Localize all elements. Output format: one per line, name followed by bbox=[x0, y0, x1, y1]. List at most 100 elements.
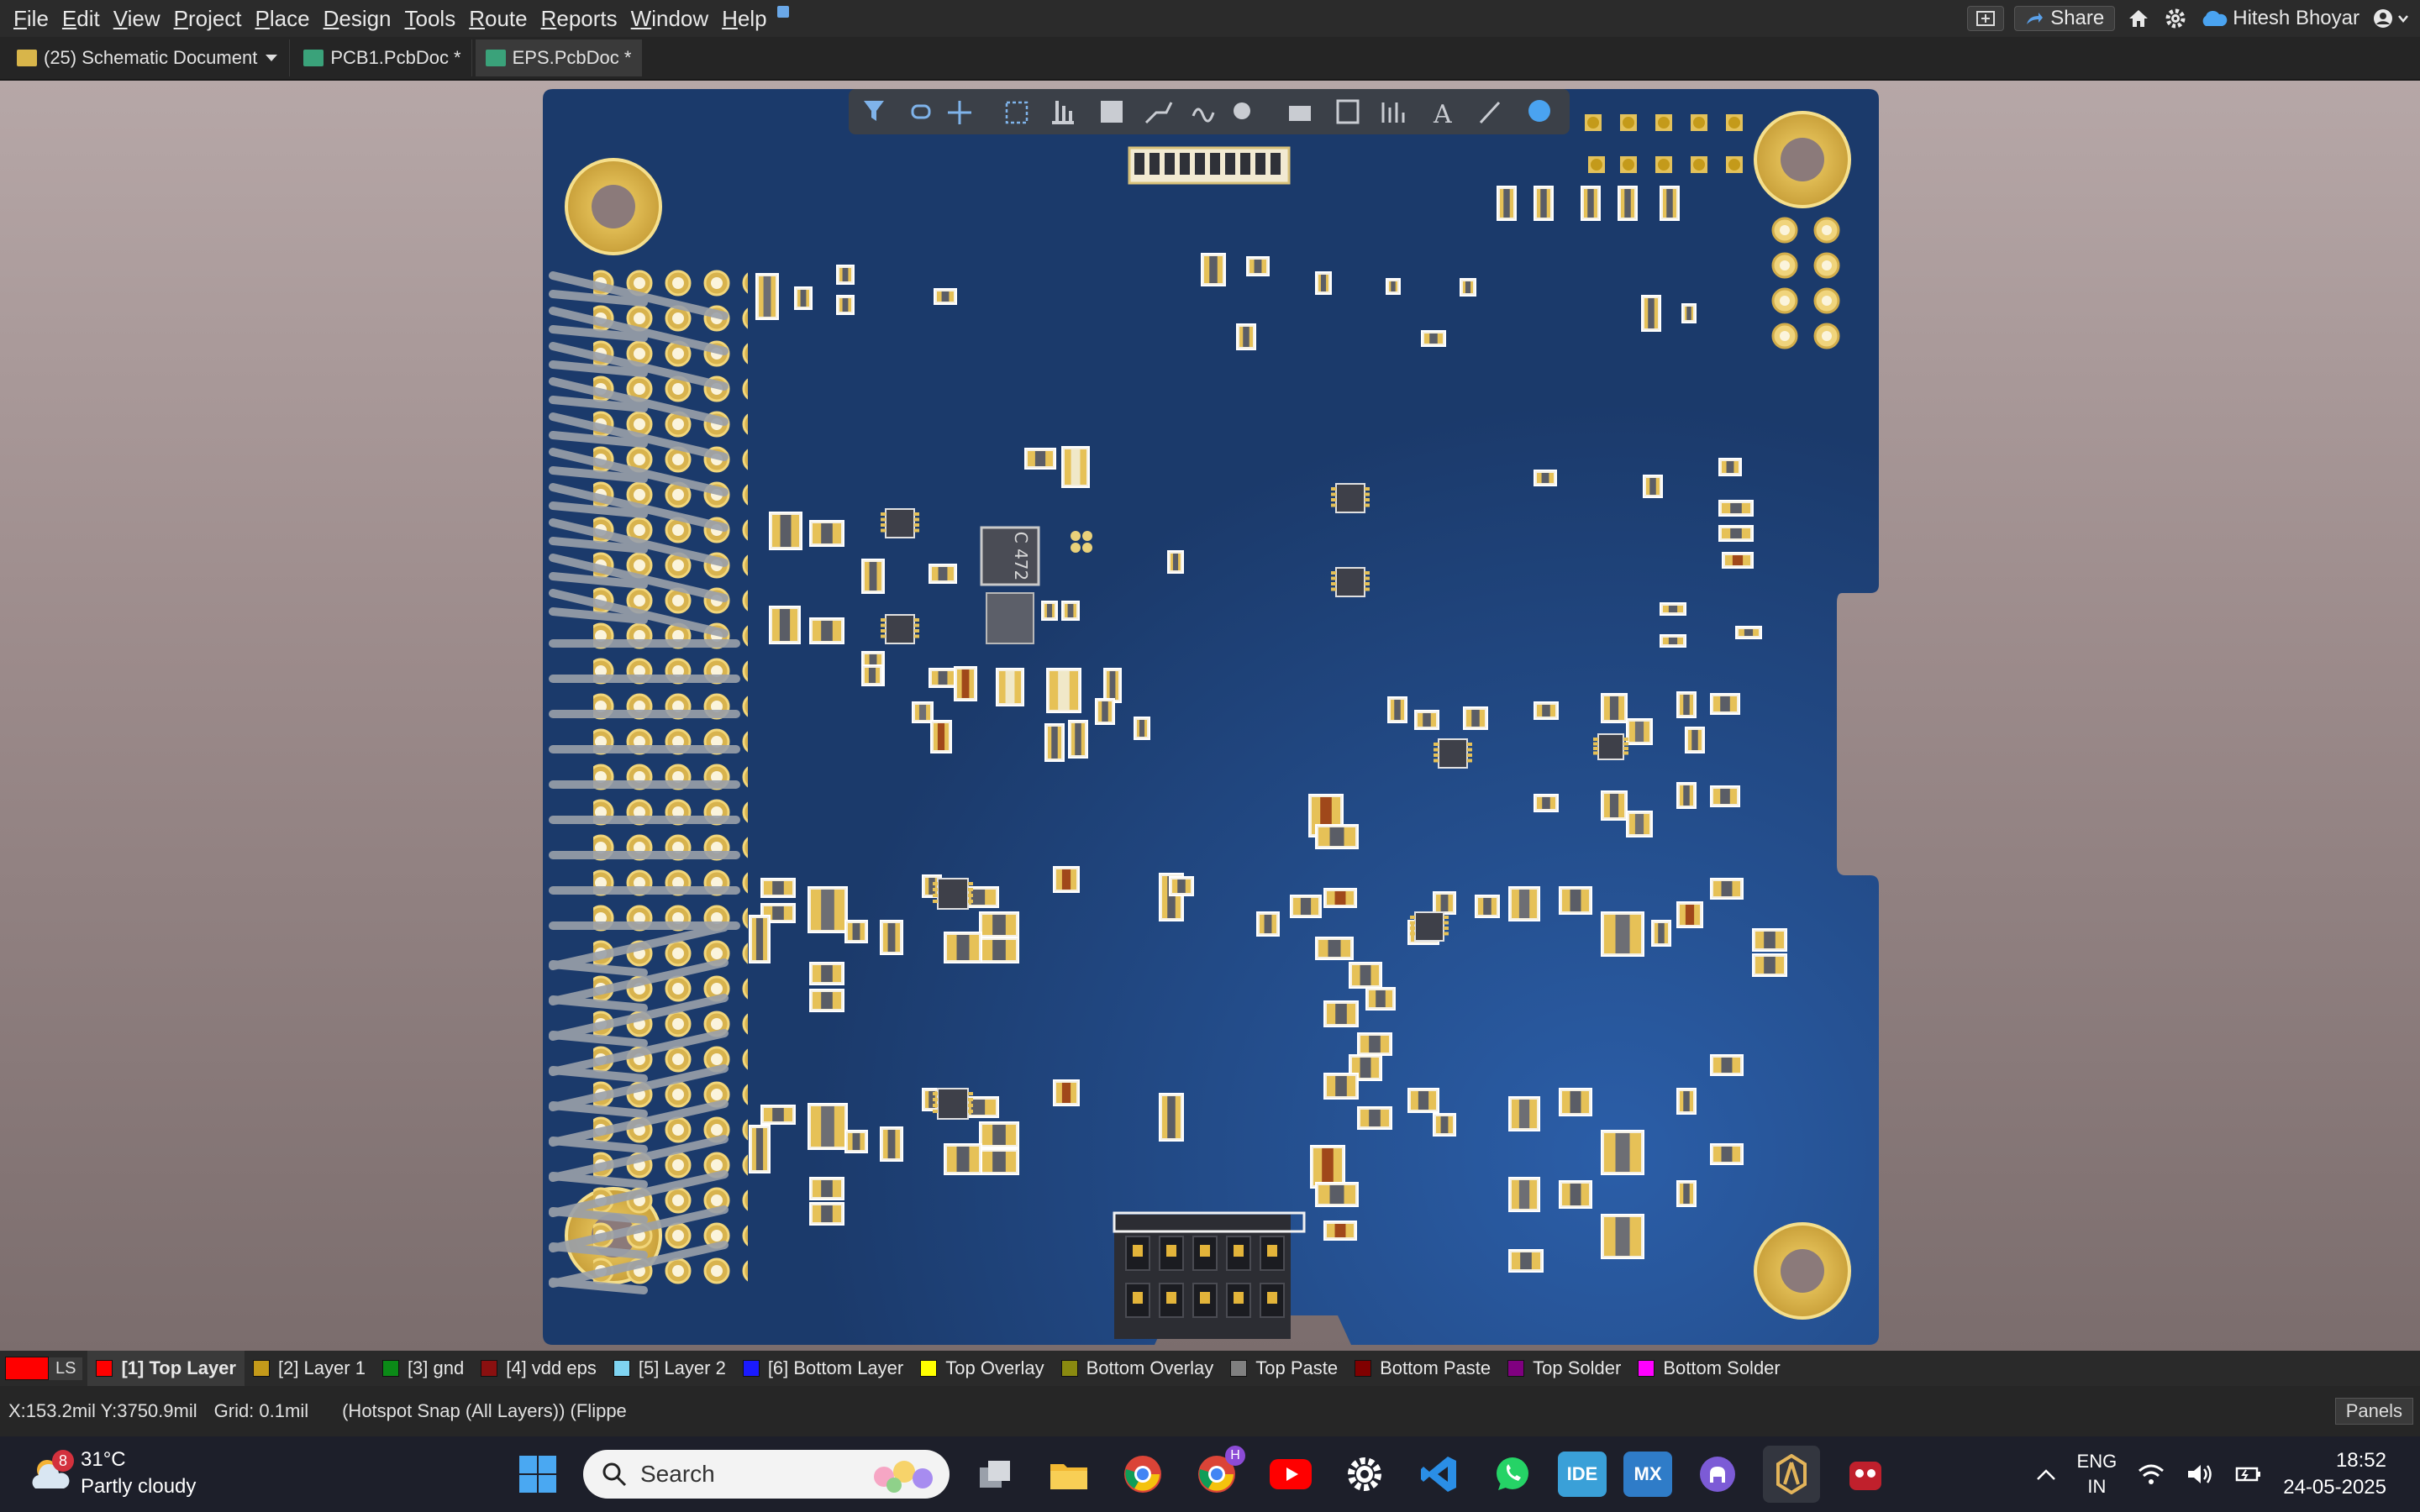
wifi-icon[interactable] bbox=[2137, 1462, 2165, 1486]
part-body bbox=[1649, 478, 1656, 495]
layer-tab-bottom-solder[interactable]: Bottom Solder bbox=[1629, 1351, 1788, 1386]
weather-widget[interactable]: 8 31°C Partly cloudy bbox=[30, 1446, 196, 1500]
part-pad bbox=[1713, 696, 1722, 711]
menu-help[interactable]: Help bbox=[715, 0, 773, 37]
part-pad bbox=[813, 621, 823, 641]
connector-pin bbox=[1270, 153, 1281, 175]
menu-route[interactable]: Route bbox=[462, 0, 534, 37]
ic-lead bbox=[1467, 743, 1472, 746]
layer-set-button[interactable]: LS bbox=[49, 1357, 83, 1380]
via-icon[interactable] bbox=[1234, 102, 1250, 119]
layer-tab-top-layer[interactable]: [1] Top Layer bbox=[87, 1351, 245, 1386]
language-indicator[interactable]: ENG IN bbox=[2077, 1449, 2118, 1499]
chrome-profile-icon[interactable]: H bbox=[1188, 1446, 1245, 1503]
layer-tab-bottom-layer[interactable]: [6] Bottom Layer bbox=[734, 1351, 912, 1386]
tab-schematic-document[interactable]: (25) Schematic Document bbox=[7, 39, 291, 76]
system-clock[interactable]: 18:52 24-05-2025 bbox=[2283, 1447, 2386, 1501]
part-body bbox=[956, 1147, 970, 1172]
smd-part bbox=[1053, 1079, 1080, 1106]
smd-part bbox=[996, 668, 1024, 706]
vscode-icon[interactable] bbox=[1410, 1446, 1467, 1503]
layer-tab-layer-1[interactable]: [2] Layer 1 bbox=[245, 1351, 374, 1386]
component-icon[interactable] bbox=[1101, 101, 1123, 123]
ic-lead bbox=[881, 629, 886, 633]
pcb-toolbar[interactable]: A bbox=[849, 89, 1570, 134]
connector-pin bbox=[1195, 153, 1205, 175]
share-button[interactable]: Share bbox=[2014, 6, 2116, 31]
user-account[interactable]: Hitesh Bhoyar bbox=[2199, 7, 2360, 30]
task-view-icon[interactable] bbox=[966, 1446, 1023, 1503]
chrome-icon[interactable] bbox=[1114, 1446, 1171, 1503]
layer-tab-top-paste[interactable]: Top Paste bbox=[1222, 1351, 1346, 1386]
menu-project[interactable]: Project bbox=[167, 0, 249, 37]
part-body bbox=[1102, 701, 1108, 722]
panels-button[interactable]: Panels bbox=[2334, 1398, 2413, 1425]
layer-tab-top-overlay[interactable]: Top Overlay bbox=[912, 1351, 1052, 1386]
connector-contact bbox=[1166, 1245, 1176, 1257]
layer-tab-bottom-paste[interactable]: Bottom Paste bbox=[1346, 1351, 1499, 1386]
volume-icon[interactable] bbox=[2186, 1462, 2214, 1486]
youtube-icon[interactable] bbox=[1262, 1446, 1319, 1503]
text-tool-icon[interactable]: A bbox=[1433, 100, 1452, 129]
ic-body bbox=[1438, 738, 1468, 769]
3d-view-icon[interactable] bbox=[1528, 100, 1550, 122]
windows-start-icon[interactable] bbox=[509, 1446, 566, 1503]
tab-eps[interactable]: EPS.PcbDoc * bbox=[475, 39, 643, 76]
smd-part bbox=[1460, 278, 1476, 297]
part-body bbox=[1764, 957, 1776, 974]
app-red-icon[interactable] bbox=[1837, 1446, 1894, 1503]
menu-tools[interactable]: Tools bbox=[398, 0, 463, 37]
smd-part bbox=[749, 1125, 771, 1173]
layer-tab-layer-2[interactable]: [5] Layer 2 bbox=[605, 1351, 734, 1386]
layer-tab-bottom-overlay[interactable]: Bottom Overlay bbox=[1053, 1351, 1223, 1386]
pcb-board[interactable]: A C 472 bbox=[543, 89, 1879, 1345]
menu-reports[interactable]: Reports bbox=[534, 0, 624, 37]
settings-gear-icon[interactable] bbox=[1336, 1446, 1393, 1503]
pcb-canvas[interactable]: A C 472 bbox=[0, 81, 2420, 1351]
gear-icon[interactable] bbox=[2162, 5, 2189, 32]
tab-pcb1[interactable]: PCB1.PcbDoc * bbox=[293, 39, 472, 76]
pad-hole bbox=[1623, 117, 1634, 129]
polygon-icon[interactable] bbox=[1289, 106, 1311, 121]
stm32-mx-icon[interactable]: MX bbox=[1623, 1452, 1672, 1497]
chevron-down-icon[interactable] bbox=[264, 53, 279, 63]
layer-tab-gnd[interactable]: [3] gnd bbox=[374, 1351, 472, 1386]
smd-part bbox=[934, 288, 957, 305]
menu-place[interactable]: Place bbox=[249, 0, 317, 37]
chevron-up-icon[interactable] bbox=[2035, 1467, 2057, 1482]
part-pad bbox=[1050, 671, 1060, 710]
part-pad bbox=[1629, 1133, 1641, 1172]
smd-part bbox=[1475, 895, 1500, 918]
part-body bbox=[1518, 1180, 1530, 1209]
menu-design[interactable]: Design bbox=[317, 0, 398, 37]
menu-edit[interactable]: Edit bbox=[55, 0, 107, 37]
whatsapp-icon[interactable] bbox=[1484, 1446, 1541, 1503]
ic-lead bbox=[1331, 487, 1336, 491]
ic-lead bbox=[881, 528, 886, 533]
part-pad bbox=[1741, 555, 1750, 565]
account-icon[interactable] bbox=[2370, 5, 2412, 32]
menu-view[interactable]: View bbox=[107, 0, 167, 37]
taskbar-search[interactable]: Search bbox=[583, 1450, 950, 1499]
new-window-button[interactable] bbox=[1967, 6, 2005, 31]
smd-part bbox=[1651, 920, 1671, 947]
ic-lead bbox=[1467, 753, 1472, 757]
stm32-ide-icon[interactable]: IDE bbox=[1558, 1452, 1607, 1497]
smd-part bbox=[1710, 693, 1740, 715]
github-icon[interactable] bbox=[1689, 1446, 1746, 1503]
menu-window[interactable]: Window bbox=[624, 0, 715, 37]
layer-tab-vdd-eps[interactable]: [4] vdd eps bbox=[472, 1351, 605, 1386]
current-layer-swatch[interactable] bbox=[5, 1357, 49, 1380]
layer-tab-top-solder[interactable]: Top Solder bbox=[1499, 1351, 1629, 1386]
menu-file[interactable]: File bbox=[7, 0, 55, 37]
top-connector bbox=[1128, 146, 1291, 185]
ic-body bbox=[885, 508, 915, 538]
battery-icon[interactable] bbox=[2234, 1462, 2263, 1486]
part-pad bbox=[1629, 1217, 1641, 1256]
file-explorer-icon[interactable] bbox=[1040, 1446, 1097, 1503]
home-icon[interactable] bbox=[2125, 5, 2152, 32]
help-badge-icon[interactable] bbox=[776, 6, 789, 18]
part-pad bbox=[813, 965, 823, 982]
part-pad bbox=[1713, 881, 1723, 896]
altium-designer-icon[interactable] bbox=[1763, 1446, 1820, 1503]
